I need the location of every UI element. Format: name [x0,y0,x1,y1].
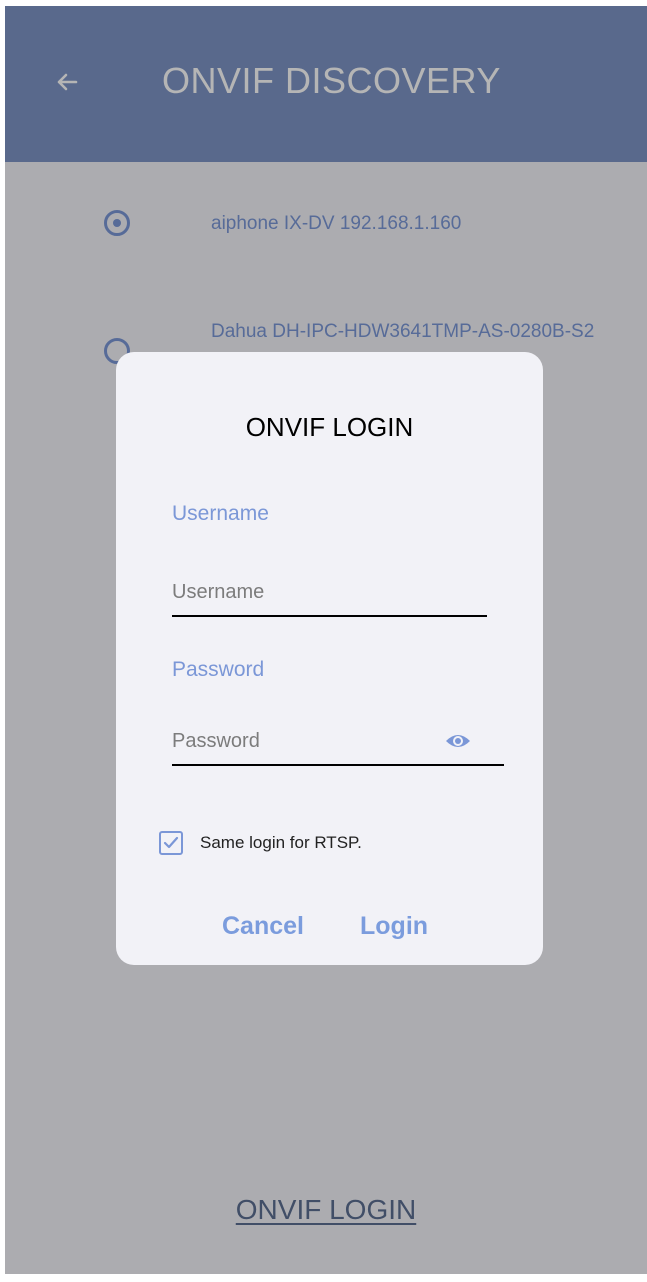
cancel-button[interactable]: Cancel [222,912,304,941]
username-field [172,571,487,617]
app-screen: ONVIF DISCOVERY aiphone IX-DV 192.168.1.… [5,6,647,1274]
same-login-checkbox[interactable] [159,831,183,855]
checkmark-icon [163,836,179,849]
show-password-toggle[interactable] [444,730,472,752]
username-input[interactable] [172,571,487,613]
eye-icon [446,735,470,747]
same-login-label: Same login for RTSP. [200,833,362,852]
onvif-login-dialog: ONVIF LOGIN Username Password Same login… [116,352,543,965]
dialog-title: ONVIF LOGIN [245,412,414,442]
password-field [172,720,504,766]
username-label: Username [172,502,269,525]
password-label: Password [172,658,265,681]
login-button[interactable]: Login [360,912,428,941]
